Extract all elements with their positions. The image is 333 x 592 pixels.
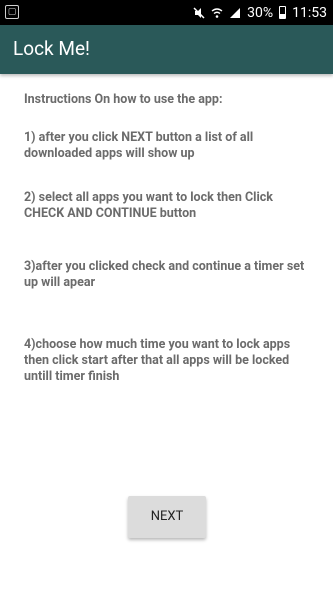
battery-percent: 30%: [247, 4, 274, 21]
app-toolbar: Lock Me!: [0, 25, 333, 74]
app-title: Lock Me!: [13, 37, 90, 60]
instructions-content: Instructions On how to use the app: 1) a…: [24, 92, 314, 385]
instruction-step-1: 1) after you click NEXT button a list of…: [24, 130, 254, 161]
mute-icon: [193, 6, 205, 19]
instruction-step-3: 3)after you clicked check and continue a…: [24, 259, 305, 290]
instruction-step-2: 2) select all apps you want to lock then…: [24, 190, 273, 221]
status-right: 30% 11:53: [193, 0, 327, 25]
instructions-heading: Instructions On how to use the app:: [24, 92, 223, 107]
wifi-icon: [211, 7, 223, 18]
battery-icon: [279, 6, 287, 19]
notification-icon: ▢: [5, 5, 19, 19]
status-bar: ▢ 30% 11:53: [0, 0, 333, 25]
next-button[interactable]: NEXT: [128, 496, 206, 538]
signal-icon: [230, 7, 241, 18]
instruction-step-4: 4)choose how much time you want to lock …: [24, 337, 291, 384]
status-time: 11:53: [292, 4, 327, 21]
